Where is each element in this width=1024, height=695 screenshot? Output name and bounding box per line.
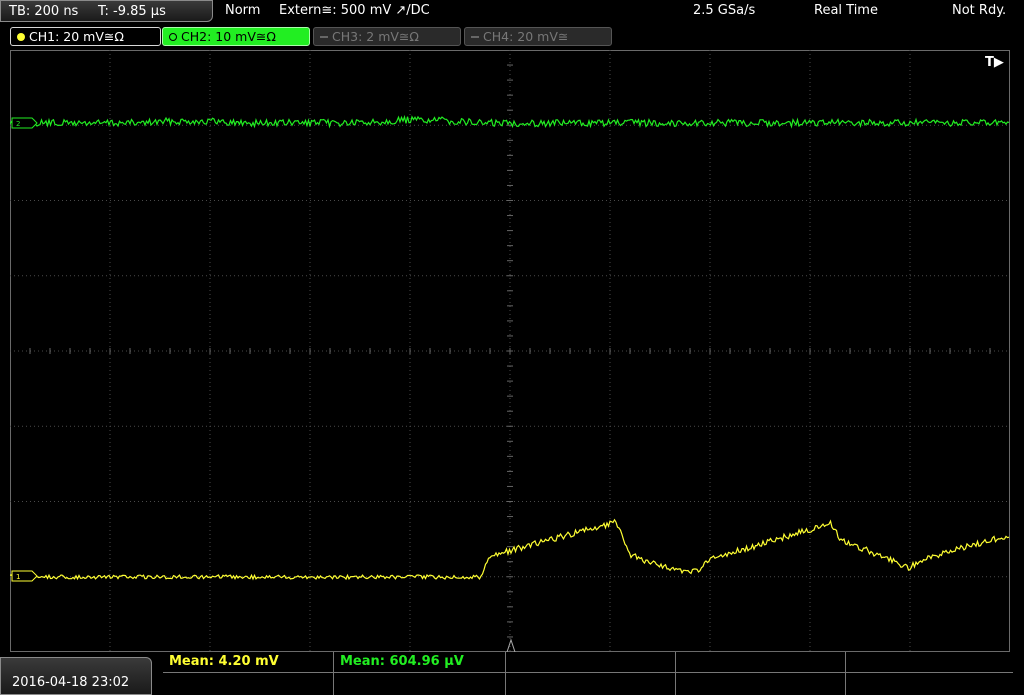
measurement-cell-3[interactable]	[506, 652, 676, 695]
channel-3-label: CH3: 2 mV≅Ω	[332, 29, 419, 44]
timebase-label: TB: 200 ns	[9, 4, 79, 19]
channel-1-offset-marker[interactable]: 1	[11, 570, 38, 582]
svg-text:1: 1	[16, 573, 20, 581]
channel-3-off-icon	[320, 36, 328, 38]
datetime-label: 2016-04-18 23:02	[12, 675, 130, 690]
channel-2-tab[interactable]: CH2: 10 mV≅Ω	[162, 27, 310, 46]
channel-3-tab[interactable]: CH3: 2 mV≅Ω	[313, 27, 461, 46]
measurement-1-label: Mean: 4.20 mV	[169, 654, 279, 669]
measurement-cell-5[interactable]	[846, 652, 1013, 695]
acquisition-mode-label[interactable]: Real Time	[814, 3, 878, 18]
measurement-cell-1[interactable]: Mean: 4.20 mV	[163, 652, 334, 695]
channel-4-off-icon	[471, 36, 479, 38]
graticule-svg: 2 1 T▶	[10, 50, 1010, 652]
channel-2-label: CH2: 10 mV≅Ω	[181, 29, 276, 44]
trigger-time-label: T: -9.85 µs	[98, 4, 166, 19]
trigger-mode-label[interactable]: Norm	[225, 3, 260, 18]
channel-4-tab[interactable]: CH4: 20 mV≅	[464, 27, 612, 46]
measurement-panel[interactable]: Mean: 4.20 mV Mean: 604.96 µV	[163, 652, 1013, 695]
waveform-display[interactable]: 2 1 T▶	[10, 50, 1010, 652]
acquisition-status-label: Not Rdy.	[952, 3, 1007, 18]
channel-2-indicator-icon	[169, 33, 177, 41]
svg-text:2: 2	[16, 120, 20, 128]
timebase-box[interactable]: TB: 200 ns T: -9.85 µs	[0, 0, 213, 22]
channel-2-offset-marker[interactable]: 2	[11, 117, 38, 129]
measurement-row-divider	[163, 672, 1013, 673]
status-bar: TB: 200 ns T: -9.85 µs Norm Extern≅: 500…	[0, 0, 1024, 23]
measurement-cell-2[interactable]: Mean: 604.96 µV	[334, 652, 506, 695]
sample-rate-label: 2.5 GSa/s	[693, 3, 756, 18]
datetime-box: 2016-04-18 23:02	[0, 657, 152, 695]
trigger-source-label[interactable]: Extern≅: 500 mV ↗/DC	[279, 3, 430, 18]
channel-1-tab[interactable]: CH1: 20 mV≅Ω	[10, 27, 161, 46]
measurement-cell-4[interactable]	[676, 652, 846, 695]
channel-4-label: CH4: 20 mV≅	[483, 29, 569, 44]
channel-1-indicator-icon	[17, 33, 25, 41]
channel-1-label: CH1: 20 mV≅Ω	[29, 29, 124, 44]
trigger-marker-icon: T▶	[985, 55, 1004, 70]
channel-tabs: CH1: 20 mV≅Ω CH2: 10 mV≅Ω CH3: 2 mV≅Ω CH…	[0, 25, 1024, 47]
measurement-2-label: Mean: 604.96 µV	[340, 654, 464, 669]
